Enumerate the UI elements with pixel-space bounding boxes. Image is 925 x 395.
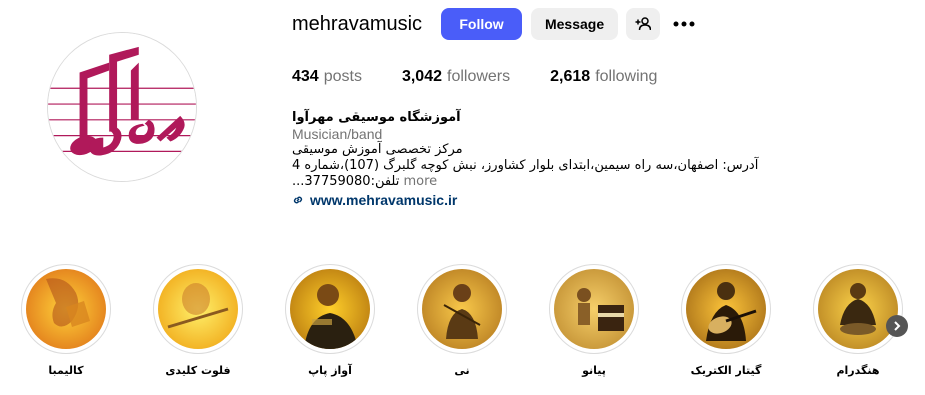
bio-line-1: مرکز تخصصی آموزش موسیقی [292, 142, 463, 157]
highlights-next-button[interactable] [886, 315, 908, 337]
mehrava-logo [48, 33, 196, 181]
following-count: 2,618 [550, 68, 591, 85]
bio-line-2: آدرس: اصفهان،سه راه سیمین،ابتدای بلوار ک… [292, 158, 759, 173]
posts-count: 434 [292, 68, 319, 85]
more-dots-icon [673, 21, 695, 27]
highlight-label: هنگدرام [836, 364, 880, 377]
profile-username: mehravamusic [292, 12, 423, 35]
highlight-pop-vocal[interactable]: آواز پاپ [284, 264, 376, 377]
story-highlights: کالیمبا فلوت کلیدی آواز پاپ نی پیانو گیت… [20, 264, 903, 394]
following-label: following [595, 68, 658, 85]
highlight-label: پیانو [582, 364, 606, 377]
suggest-users-button[interactable] [626, 8, 661, 40]
bio-display-name: آموزشگاه موسیقی مهرآوا [292, 110, 461, 125]
bio-website-text: www.mehravamusic.ir [310, 192, 458, 208]
highlight-ney[interactable]: نی [416, 264, 508, 377]
kalimba-photo-icon [26, 269, 106, 349]
more-options-button[interactable] [672, 12, 696, 36]
highlight-label: کالیمبا [48, 364, 84, 377]
follow-button[interactable]: Follow [441, 8, 523, 40]
ney-photo-icon [422, 269, 502, 349]
profile-stats: 434 posts 3,042 followers 2,618 followin… [292, 68, 697, 86]
highlight-electric-guitar[interactable]: گیتار الکتریک [680, 264, 772, 377]
electric-guitar-photo-icon [686, 269, 766, 349]
bio-line-3-wrap: تلفن:37759080... more [292, 174, 772, 190]
highlight-label: گیتار الکتریک [690, 364, 762, 377]
highlight-kalimba[interactable]: کالیمبا [20, 264, 112, 377]
bio-website-link[interactable]: www.mehravamusic.ir [292, 192, 772, 208]
followers-stat[interactable]: 3,042 followers [402, 68, 510, 86]
followers-label: followers [447, 68, 511, 85]
posts-stat: 434 posts [292, 68, 362, 86]
link-icon [293, 196, 303, 204]
highlight-piano[interactable]: پیانو [548, 264, 640, 377]
followers-count: 3,042 [401, 68, 442, 85]
bio-line-3: تلفن:37759080... [292, 174, 400, 189]
highlight-label: نی [454, 364, 470, 377]
highlight-flute[interactable]: فلوت کلیدی [152, 264, 244, 377]
highlight-label: آواز پاپ [308, 364, 352, 377]
highlight-label: فلوت کلیدی [165, 364, 231, 377]
bio-category: Musician/band [292, 126, 383, 142]
flute-photo-icon [158, 269, 238, 349]
piano-photo-icon [554, 269, 634, 349]
pop-vocal-photo-icon [290, 269, 370, 349]
handpan-photo-icon [818, 269, 898, 349]
add-user-icon [635, 17, 652, 31]
posts-label: posts [323, 68, 362, 85]
following-stat[interactable]: 2,618 following [550, 68, 657, 86]
profile-bio: آموزشگاه موسیقی مهرآوا Musician/band مرک… [292, 110, 772, 208]
bio-more-link[interactable]: more [404, 174, 438, 189]
profile-avatar[interactable] [47, 32, 197, 182]
chevron-right-icon [894, 321, 901, 331]
message-button[interactable]: Message [531, 8, 619, 40]
